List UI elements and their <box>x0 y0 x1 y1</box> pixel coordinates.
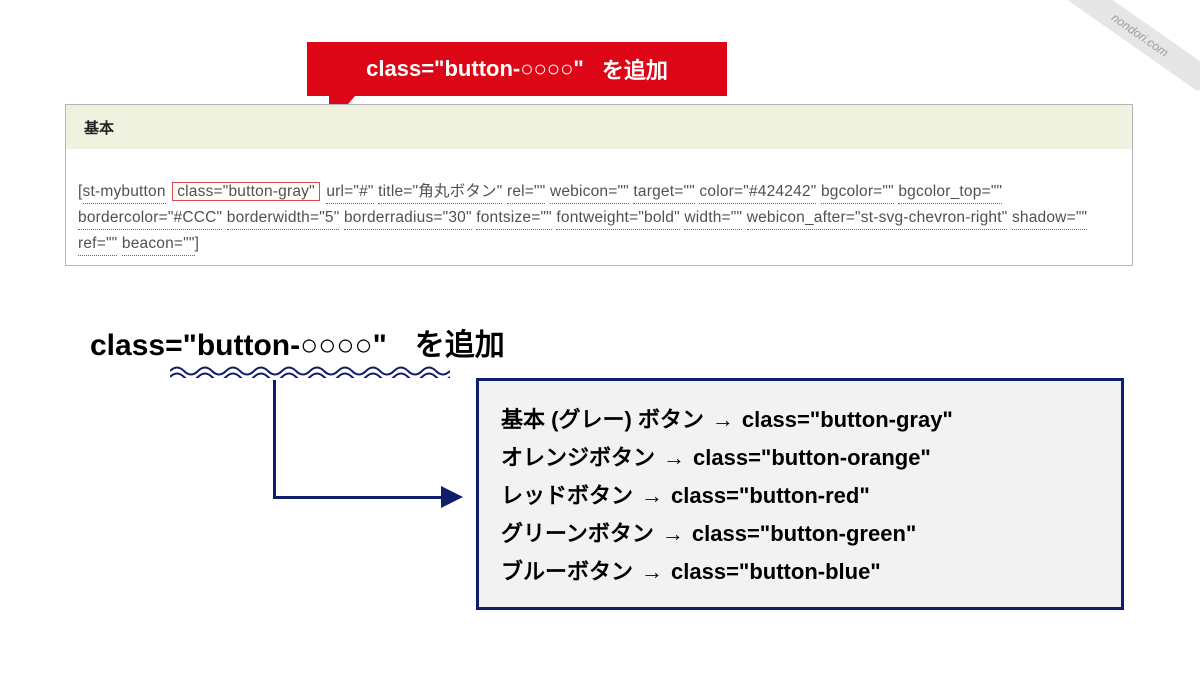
watermark-text: nondori.com <box>1042 0 1200 90</box>
callout-banner: class="button-○○○○" を追加 <box>307 42 727 96</box>
arrow-right-icon: → <box>641 559 663 584</box>
arrow-right-icon: → <box>662 521 684 546</box>
highlighted-class-attr: class="button-gray" <box>172 182 320 201</box>
mapping-label: オレンジボタン <box>501 445 655 470</box>
mapping-label: 基本 (グレー) ボタン <box>501 407 704 432</box>
class-mapping-box: 基本 (グレー) ボタン → class="button-gray" オレンジボタン →… <box>476 378 1124 610</box>
arrow-right-icon: → <box>663 445 685 470</box>
mapping-class: class="button-orange" <box>693 445 931 470</box>
wavy-underline-icon <box>170 364 450 378</box>
watermark-ribbon: nondori.com <box>1010 0 1200 90</box>
mapping-row: 基本 (グレー) ボタン → class="button-gray" <box>501 401 1099 439</box>
arrow-right-icon: → <box>712 407 734 432</box>
mapping-row: オレンジボタン → class="button-orange" <box>501 439 1099 477</box>
editor-title: 基本 <box>66 105 1132 149</box>
mapping-class: class="button-red" <box>671 483 870 508</box>
callout-note: を追加 <box>602 53 668 85</box>
mapping-class: class="button-green" <box>692 521 916 546</box>
callout-code: class="button-○○○○" <box>366 56 584 82</box>
mapping-class: class="button-gray" <box>742 407 953 432</box>
mapping-label: レッドボタン <box>501 483 633 508</box>
mapping-row: レッドボタン → class="button-red" <box>501 477 1099 515</box>
shortcode-text: [st-mybutton class="button-gray" url="#"… <box>78 179 1120 257</box>
mapping-label: グリーンボタン <box>501 521 654 546</box>
mapping-row: グリーンボタン → class="button-green" <box>501 515 1099 553</box>
mapping-label: ブルーボタン <box>501 559 633 584</box>
heading-code: class="button-○○○○" <box>90 329 387 363</box>
arrow-right-icon: → <box>641 483 663 508</box>
heading-row: class="button-○○○○" を追加 <box>90 320 505 364</box>
mapping-class: class="button-blue" <box>671 559 881 584</box>
heading-note: を追加 <box>415 320 505 364</box>
editor-panel: 基本 [st-mybutton class="button-gray" url=… <box>65 104 1133 266</box>
mapping-row: ブルーボタン → class="button-blue" <box>501 553 1099 591</box>
